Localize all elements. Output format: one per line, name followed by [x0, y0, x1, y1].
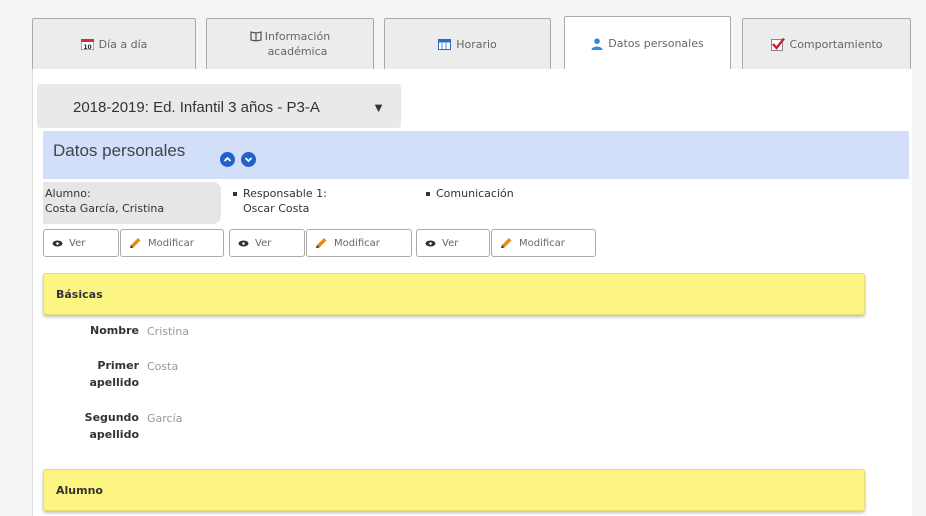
year-select-value: 2018-2019: Ed. Infantil 3 años - P3-A [73, 99, 320, 116]
field-value-primer-apellido: Costa [147, 360, 179, 373]
eye-icon [425, 240, 436, 247]
tab-label: Datos personales [608, 37, 704, 50]
content-panel: 2018-2019: Ed. Infantil 3 años - P3-A ▼ … [32, 69, 912, 516]
section-title: Datos personales [53, 141, 186, 160]
panel-basicas-title: Básicas [56, 287, 103, 301]
tab-dia-a-dia[interactable]: 10 Día a día [32, 18, 196, 69]
role-alumno-name: Costa García, Cristina [45, 202, 165, 215]
tab-informacion-academica[interactable]: Información académica [206, 18, 374, 69]
field-label-segundo-apellido: Segundo apellido [84, 411, 139, 441]
bullet-icon [426, 192, 430, 196]
tab-horario[interactable]: Horario [384, 18, 551, 69]
pencil-icon [315, 237, 328, 249]
schedule-icon [438, 38, 452, 50]
role-comunicacion-label: Comunicación [436, 187, 514, 200]
tab-datos-personales[interactable]: Datos personales [564, 16, 731, 70]
field-value-segundo-apellido: García [147, 412, 183, 425]
eye-icon [238, 240, 249, 247]
chevron-up-icon[interactable] [220, 152, 235, 167]
book-icon [250, 30, 262, 42]
ver-label: Ver [69, 237, 86, 249]
role-responsable[interactable]: Responsable 1: Oscar Costa [233, 186, 327, 216]
bullet-icon [233, 192, 237, 196]
section-header: Datos personales [43, 131, 909, 179]
role-alumno-label: Alumno: [45, 187, 91, 200]
ver-button-comunicacion[interactable]: Ver [416, 229, 490, 257]
tab-label: Comportamiento [789, 37, 883, 51]
calendar-icon-text: 10 [83, 44, 91, 50]
tab-label: Información académica [264, 30, 331, 58]
modificar-label: Modificar [148, 237, 194, 249]
person-icon [591, 37, 603, 50]
checkmark-icon [770, 37, 785, 51]
role-responsable-label: Responsable 1: [243, 187, 327, 200]
ver-button-alumno[interactable]: Ver [43, 229, 119, 257]
panel-alumno[interactable]: Alumno [43, 469, 865, 511]
ver-button-responsable[interactable]: Ver [229, 229, 305, 257]
modificar-button-alumno[interactable]: Modificar [120, 229, 224, 257]
tab-bar: 10 Día a día Información académica Horar… [32, 14, 912, 70]
modificar-button-responsable[interactable]: Modificar [306, 229, 412, 257]
roles-row: Alumno: Costa García, Cristina Responsab… [43, 182, 603, 227]
field-value-nombre: Cristina [147, 325, 190, 338]
calendar-icon: 10 [80, 38, 94, 50]
panel-basicas[interactable]: Básicas [43, 273, 865, 315]
field-label-primer-apellido: Primer apellido [89, 359, 140, 389]
dropdown-arrow-icon: ▼ [372, 100, 385, 115]
app-frame: 10 Día a día Información académica Horar… [0, 0, 926, 516]
tab-comportamiento[interactable]: Comportamiento [742, 18, 911, 69]
ver-label: Ver [442, 237, 459, 249]
tab-label: Día a día [98, 37, 148, 51]
role-comunicacion[interactable]: Comunicación [426, 186, 514, 201]
year-select[interactable]: 2018-2019: Ed. Infantil 3 años - P3-A ▼ [47, 94, 391, 121]
modificar-button-comunicacion[interactable]: Modificar [491, 229, 596, 257]
role-alumno[interactable]: Alumno: Costa García, Cristina [43, 182, 221, 224]
pencil-icon [129, 237, 142, 249]
year-selector-wrapper: 2018-2019: Ed. Infantil 3 años - P3-A ▼ [37, 84, 401, 128]
chevron-down-icon[interactable] [241, 152, 256, 167]
panel-alumno-title: Alumno [56, 483, 103, 497]
pencil-icon [500, 237, 513, 249]
role-responsable-name: Oscar Costa [243, 202, 310, 215]
ver-label: Ver [255, 237, 272, 249]
modificar-label: Modificar [519, 237, 565, 249]
eye-icon [52, 240, 63, 247]
modificar-label: Modificar [334, 237, 380, 249]
tab-label: Horario [456, 37, 497, 51]
field-label-nombre: Nombre [90, 324, 139, 337]
